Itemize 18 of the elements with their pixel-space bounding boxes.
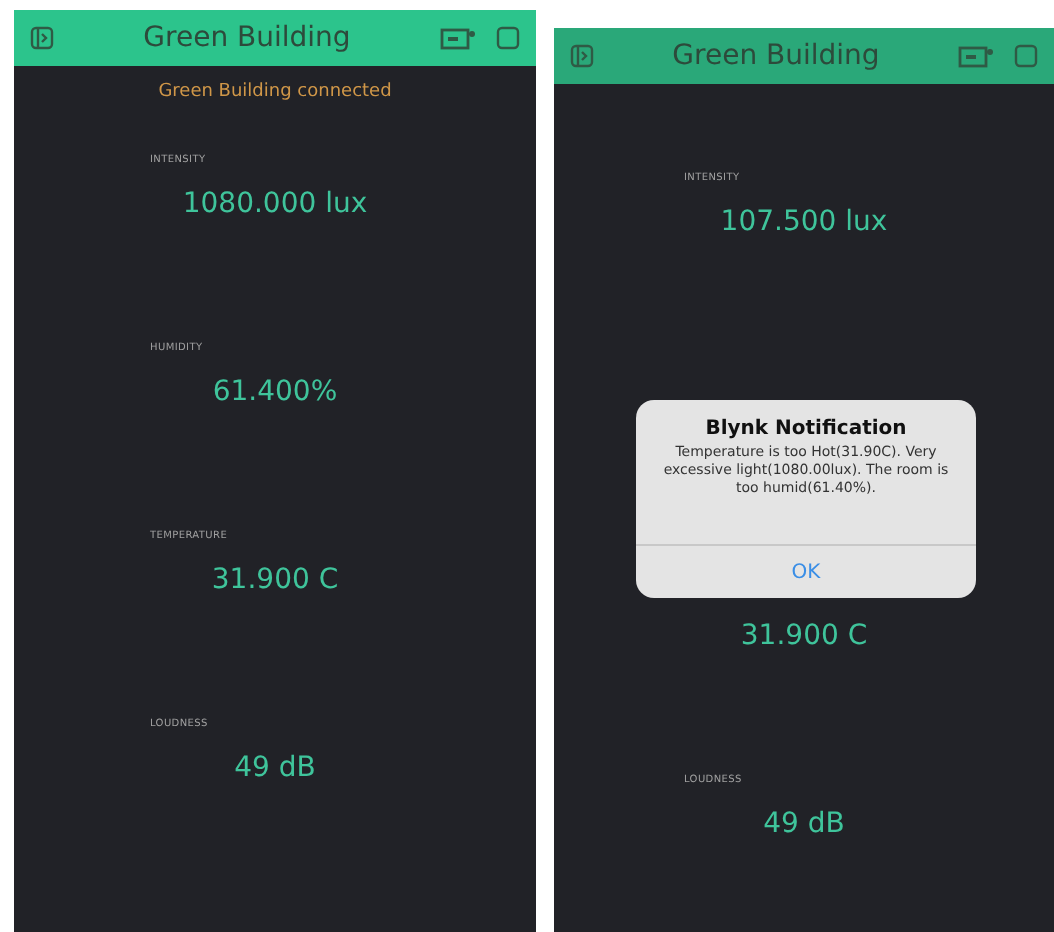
connection-status: Green Building connected [156, 82, 394, 106]
ok-button[interactable]: OK [636, 544, 976, 598]
dialog-title: Blynk Notification [705, 418, 907, 440]
back-icon[interactable] [30, 26, 54, 50]
app-title: Green Building [670, 40, 882, 72]
app-title: Green Building [141, 22, 353, 54]
widget-value: 49 dB [232, 752, 318, 784]
back-icon[interactable] [570, 44, 594, 68]
widget-value: 31.900 C [738, 620, 870, 652]
device-icon[interactable] [958, 44, 994, 68]
widget-value: 61.400% [210, 376, 340, 408]
widget-value: 31.900 C [209, 564, 341, 596]
widget-value: 1080.000 lux [180, 188, 370, 220]
device-icon[interactable] [440, 26, 476, 50]
widget-value: 107.500 lux [718, 206, 890, 238]
square-icon[interactable] [496, 26, 520, 50]
widget-value: 49 dB [761, 808, 847, 840]
square-icon[interactable] [1014, 44, 1038, 68]
